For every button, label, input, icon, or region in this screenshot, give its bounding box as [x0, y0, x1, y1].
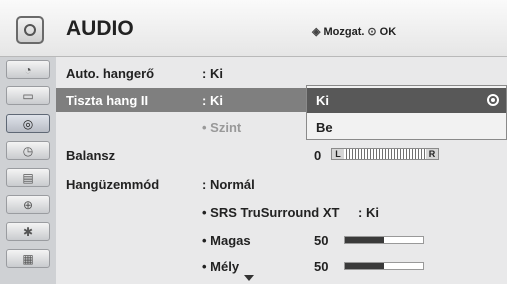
treble-row[interactable]: • Magas 50 — [56, 228, 507, 252]
option-be-label: Be — [316, 120, 333, 135]
clock-icon[interactable]: ◷ — [6, 141, 50, 160]
option-be[interactable]: Be — [307, 115, 506, 140]
bass-label: • Mély — [202, 259, 240, 274]
option-ki[interactable]: Ki — [307, 88, 506, 113]
balance-row[interactable]: Balansz 0 L R — [56, 143, 507, 167]
auto-volume-row[interactable]: Auto. hangerő : Ki — [56, 61, 507, 85]
hint-ok-label: OK — [379, 25, 397, 38]
hint-move-label: Mozgat. — [323, 25, 365, 38]
sound-mode-value: : Normál — [202, 177, 255, 192]
clear-voice-label: Tiszta hang II — [66, 93, 149, 108]
balance-slider[interactable]: L R — [331, 148, 439, 160]
sidebar: ◔ ▭ ◎ ◷ ▤ ⊕ ✱ ▦ — [0, 57, 56, 284]
dish-icon[interactable]: ◔ — [6, 60, 50, 79]
clear-voice-value: : Ki — [202, 93, 223, 108]
audio-menu-icon — [16, 16, 44, 44]
bass-value: 50 — [314, 259, 329, 274]
bass-bar-fill — [345, 263, 384, 269]
balance-value: 0 — [314, 148, 322, 163]
balance-right-label: R — [426, 149, 438, 159]
srs-value: : Ki — [358, 205, 379, 220]
level-label: • Szint — [202, 120, 242, 135]
sound-mode-row[interactable]: Hangüzemmód : Normál — [56, 172, 507, 196]
srs-row[interactable]: • SRS TruSurround XT : Ki — [56, 200, 507, 224]
bass-row[interactable]: • Mély 50 — [56, 254, 507, 278]
option-ki-label: Ki — [316, 93, 329, 108]
clear-voice-dropdown: Ki Be — [306, 85, 507, 140]
navigation-hint: ◈ Mozgat. ⊙ OK — [312, 25, 397, 39]
balance-label: Balansz — [66, 148, 116, 163]
audio-icon[interactable]: ◎ — [6, 114, 50, 133]
treble-bar-fill — [345, 237, 384, 243]
auto-volume-label: Auto. hangerő — [66, 66, 155, 81]
calendar-icon[interactable]: ▤ — [6, 168, 50, 187]
treble-value: 50 — [314, 233, 329, 248]
radio-selected-icon — [487, 94, 499, 106]
sound-mode-label: Hangüzemmód — [66, 177, 160, 192]
bass-bar[interactable] — [344, 262, 424, 270]
ok-button-icon: ⊙ — [367, 26, 377, 38]
bluetooth-icon[interactable]: ✱ — [6, 222, 50, 241]
treble-label: • Magas — [202, 233, 251, 248]
move-arrows-icon: ◈ — [312, 26, 321, 38]
menu-header: AUDIO ◈ Mozgat. ⊙ OK — [0, 0, 507, 57]
page-title: AUDIO — [66, 17, 134, 40]
scroll-down-arrow-icon[interactable] — [244, 275, 254, 281]
balance-left-label: L — [332, 149, 344, 159]
screen-icon[interactable]: ▭ — [6, 86, 50, 105]
lock-icon[interactable]: ⊕ — [6, 195, 50, 214]
srs-label: • SRS TruSurround XT — [202, 205, 340, 220]
clapper-icon[interactable]: ▦ — [6, 249, 50, 268]
auto-volume-value: : Ki — [202, 66, 223, 81]
treble-bar[interactable] — [344, 236, 424, 244]
